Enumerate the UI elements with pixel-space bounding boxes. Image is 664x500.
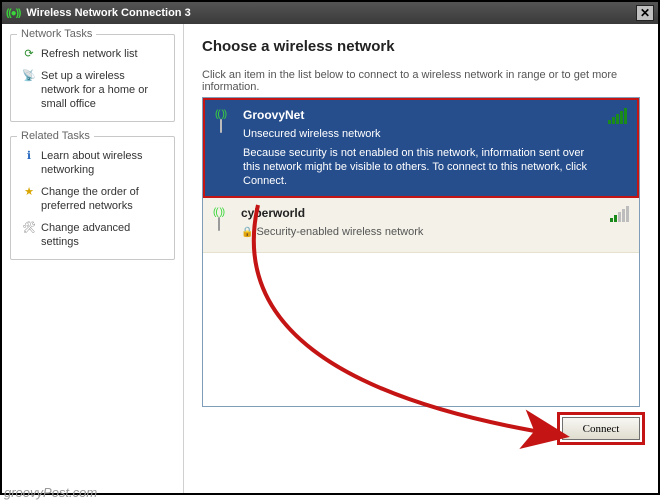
task-label: Learn about wireless networking [41,149,166,177]
network-tasks-group: Network Tasks ⟳ Refresh network list 📡 S… [10,34,175,122]
network-name: cyberworld [241,206,591,220]
group-title: Related Tasks [17,130,94,142]
signal-strength-icon [591,206,629,244]
wifi-icon: ((●)) [6,7,20,19]
main-panel: Choose a wireless network Click an item … [184,24,658,493]
lock-icon: 🔒 [241,227,253,238]
info-icon: ℹ [19,149,39,162]
close-button[interactable]: ✕ [636,5,654,21]
antenna-icon: 📡 [19,69,39,82]
titlebar: ((●)) Wireless Network Connection 3 ✕ [2,2,658,24]
task-setup-network[interactable]: 📡 Set up a wireless network for a home o… [19,69,166,111]
network-description: Because security is not enabled on this … [243,146,589,188]
task-refresh[interactable]: ⟳ Refresh network list [19,47,166,61]
star-icon: ★ [19,185,39,198]
task-change-order[interactable]: ★ Change the order of preferred networks [19,185,166,213]
window-title: Wireless Network Connection 3 [26,7,190,19]
refresh-icon: ⟳ [19,47,39,60]
network-subtitle: Unsecured wireless network [243,128,589,140]
connect-button[interactable]: Connect [562,417,640,440]
action-bar: Connect [202,407,640,440]
page-title: Choose a wireless network [202,38,640,55]
task-advanced[interactable]: 🛠 Change advanced settings [19,221,166,249]
task-label: Change the order of preferred networks [41,185,166,213]
task-label: Refresh network list [41,47,138,61]
watermark: groovyPost.com [4,485,97,500]
sidebar: Network Tasks ⟳ Refresh network list 📡 S… [2,24,184,493]
wifi-antenna-icon: (( )) [215,108,243,188]
settings-icon: 🛠 [19,221,39,234]
signal-strength-icon [589,108,627,188]
task-learn[interactable]: ℹ Learn about wireless networking [19,149,166,177]
network-subtitle: 🔒 Security-enabled wireless network [241,226,591,238]
group-title: Network Tasks [17,28,96,40]
network-name: GroovyNet [243,108,589,122]
related-tasks-group: Related Tasks ℹ Learn about wireless net… [10,136,175,260]
task-label: Change advanced settings [41,221,166,249]
network-item-selected[interactable]: (( )) GroovyNet Unsecured wireless netwo… [203,98,639,198]
task-label: Set up a wireless network for a home or … [41,69,166,111]
wifi-antenna-icon: (( )) [213,206,241,244]
instruction-text: Click an item in the list below to conne… [202,69,640,93]
network-list[interactable]: (( )) GroovyNet Unsecured wireless netwo… [202,97,640,407]
network-item[interactable]: (( )) cyberworld 🔒 Security-enabled wire… [203,198,639,253]
